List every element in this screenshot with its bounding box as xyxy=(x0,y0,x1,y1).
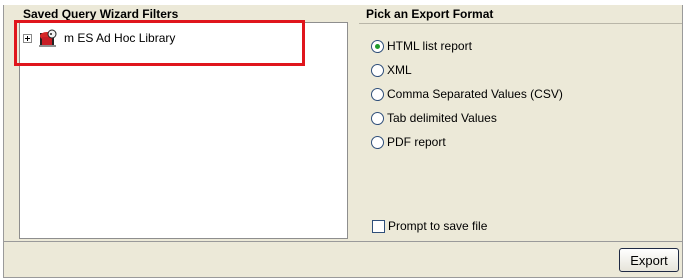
export-format-header: Pick an Export Format xyxy=(366,7,494,21)
format-option-csv[interactable]: Comma Separated Values (CSV) xyxy=(371,86,563,102)
tree-item-label: m ES Ad Hoc Library xyxy=(64,31,176,45)
tree-item-library[interactable]: m ES Ad Hoc Library xyxy=(23,29,175,47)
radio-pdf[interactable] xyxy=(371,135,384,149)
format-option-xml[interactable]: XML xyxy=(371,62,412,78)
prompt-save-label: Prompt to save file xyxy=(388,219,488,233)
library-icon xyxy=(39,29,57,47)
export-button[interactable]: Export xyxy=(619,248,679,272)
format-label: Comma Separated Values (CSV) xyxy=(387,87,563,101)
expand-plus-icon[interactable] xyxy=(23,33,32,43)
format-label: Tab delimited Values xyxy=(387,111,497,125)
saved-filters-header: Saved Query Wizard Filters xyxy=(23,7,179,21)
saved-filters-tree[interactable]: m ES Ad Hoc Library xyxy=(19,22,348,239)
export-dialog: Saved Query Wizard Filters m ES Ad Hoc L… xyxy=(3,5,683,278)
prompt-save-option[interactable]: Prompt to save file xyxy=(372,218,487,234)
radio-xml[interactable] xyxy=(371,63,384,77)
footer-divider xyxy=(4,241,682,242)
format-label: PDF report xyxy=(387,135,446,149)
radio-tab[interactable] xyxy=(371,111,384,125)
format-option-tab[interactable]: Tab delimited Values xyxy=(371,110,497,126)
format-option-pdf[interactable]: PDF report xyxy=(371,134,446,150)
radio-csv[interactable] xyxy=(371,87,384,101)
prompt-save-checkbox[interactable] xyxy=(372,219,385,233)
format-label: HTML list report xyxy=(387,39,472,53)
header-divider xyxy=(359,23,682,24)
format-option-html[interactable]: HTML list report xyxy=(371,38,472,54)
format-label: XML xyxy=(387,63,412,77)
radio-html[interactable] xyxy=(371,39,384,53)
